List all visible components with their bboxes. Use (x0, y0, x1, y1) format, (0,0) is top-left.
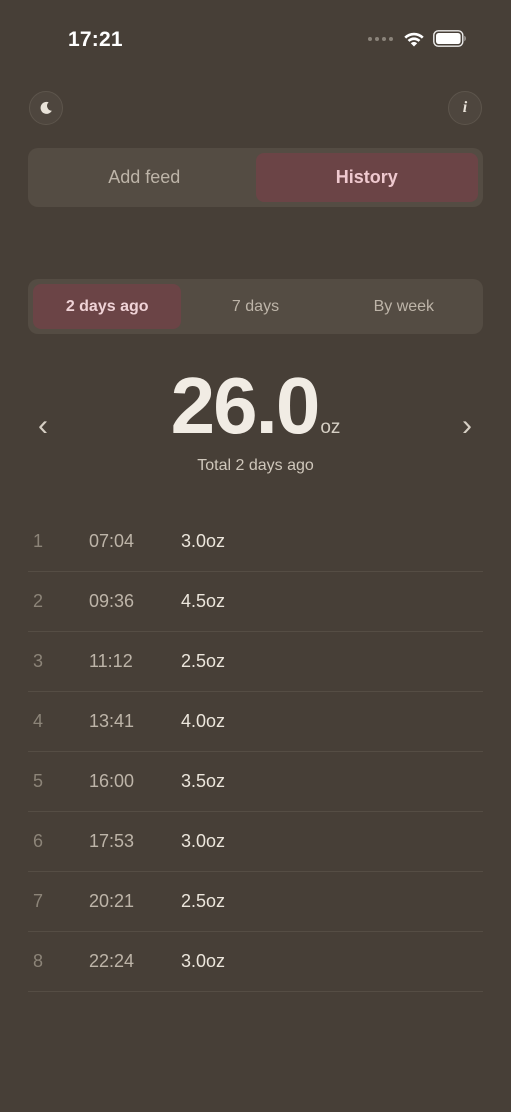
tab-add-feed[interactable]: Add feed (33, 153, 256, 202)
moon-icon (40, 101, 52, 114)
feed-index: 2 (33, 591, 44, 611)
feed-time: 22:24 (89, 951, 135, 971)
main-tab-control: Add feed History (28, 148, 483, 207)
list-item[interactable]: 6 17:53 3.0oz (28, 812, 483, 872)
feed-amount: 3.0oz (181, 831, 226, 851)
feed-amount: 4.0oz (181, 711, 226, 731)
status-icons (368, 30, 467, 47)
feed-amount: 2.5oz (181, 651, 226, 671)
range-by-week[interactable]: By week (330, 284, 478, 329)
total-caption: Total 2 days ago (197, 457, 314, 474)
range-2-days-ago[interactable]: 2 days ago (33, 284, 182, 329)
feed-time: 17:53 (89, 831, 135, 851)
info-icon: i (462, 99, 468, 116)
feed-index: 1 (33, 531, 44, 551)
list-item[interactable]: 2 09:36 4.5oz (28, 572, 483, 632)
feed-amount: 3.0oz (181, 951, 226, 971)
total-value: 26.0 (170, 361, 321, 450)
list-item[interactable]: 5 16:00 3.5oz (28, 752, 483, 812)
wifi-icon (404, 32, 424, 46)
list-item[interactable]: 1 07:04 3.0oz (28, 512, 483, 572)
range-7-days[interactable]: 7 days (181, 284, 329, 329)
feed-time: 20:21 (89, 891, 135, 911)
feed-time: 16:00 (89, 771, 135, 791)
feed-index: 6 (33, 831, 44, 851)
list-item[interactable]: 3 11:12 2.5oz (28, 632, 483, 692)
feed-index: 4 (33, 711, 44, 731)
battery-icon (433, 30, 466, 47)
range-control: 2 days ago 7 days By week (28, 279, 483, 334)
feed-list: 1 07:04 3.0oz 2 09:36 4.5oz 3 11:12 2.5o… (28, 512, 483, 992)
status-time: 17:21 (68, 28, 123, 51)
feed-index: 8 (33, 951, 44, 971)
tab-history[interactable]: History (255, 153, 478, 202)
feed-time: 07:04 (89, 531, 135, 551)
feed-amount: 3.0oz (181, 531, 226, 551)
total-display: 26.0 oz (0, 360, 511, 452)
dark-mode-button[interactable] (29, 91, 63, 125)
feed-index: 5 (33, 771, 44, 791)
feed-time: 11:12 (89, 651, 133, 671)
list-item[interactable]: 7 20:21 2.5oz (28, 872, 483, 932)
feed-time: 13:41 (89, 711, 135, 731)
feed-amount: 4.5oz (181, 591, 226, 611)
feed-amount: 2.5oz (181, 891, 226, 911)
feed-index: 7 (33, 891, 44, 911)
feed-amount: 3.5oz (181, 771, 226, 791)
list-item[interactable]: 8 22:24 3.0oz (28, 932, 483, 992)
feed-time: 09:36 (89, 591, 135, 611)
signal-dots-icon (368, 36, 393, 41)
chevron-right-icon: › (462, 409, 472, 442)
feed-index: 3 (33, 651, 44, 671)
next-day-button[interactable]: › (452, 409, 482, 442)
info-button[interactable]: i (448, 91, 482, 125)
status-bar: 17:21 (0, 0, 511, 80)
total-unit: oz (320, 417, 341, 438)
list-item[interactable]: 4 13:41 4.0oz (28, 692, 483, 752)
